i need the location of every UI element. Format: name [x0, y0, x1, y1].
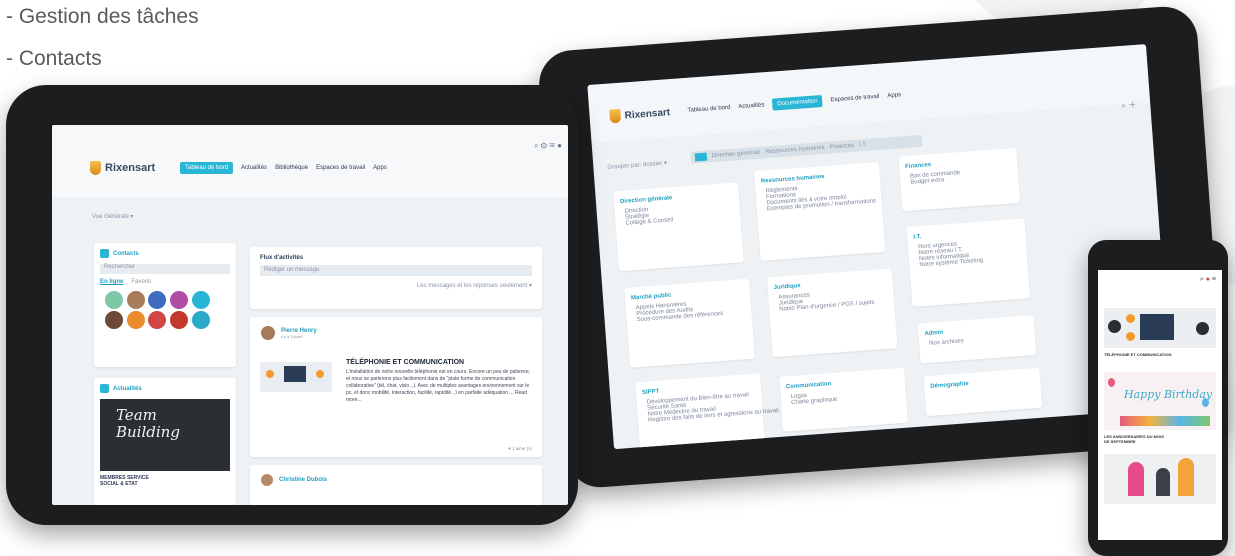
shield-icon	[609, 108, 622, 124]
nav-item-news[interactable]: Actualités	[738, 102, 764, 110]
main-nav: Tableau de bord Actualités Bibliothèque …	[180, 162, 387, 174]
feature-bullet-tasks: - Gestion des tâches	[6, 5, 199, 28]
phone-post-illustration	[1104, 308, 1216, 348]
team-building-image[interactable]: Team Building	[100, 399, 230, 471]
activity-comment: Christine Dubois	[250, 465, 542, 505]
shield-icon	[90, 161, 101, 175]
message-input[interactable]: Rédiger un message	[260, 265, 532, 276]
avatar[interactable]	[261, 474, 273, 486]
avatar[interactable]	[148, 311, 167, 329]
nav-item-workspaces[interactable]: Espaces de travail	[316, 165, 365, 171]
nav-item-workspaces[interactable]: Espaces de travail	[830, 94, 879, 104]
doc-card[interactable]: Communication Logos Charte graphique	[779, 367, 908, 432]
avatar-grid	[94, 288, 236, 332]
search-icon[interactable]: ⌕	[1200, 276, 1204, 283]
phone-screen: ⌕ ● ≡ TÉLÉPHONIE ET COMMUNICATION Happy …	[1098, 270, 1222, 540]
tablet-left-screen: ⌕ ⚙ ✉ ● Rixensart Tableau de bord Actual…	[52, 125, 568, 505]
breadcrumb: Direction générale Ressources humaines F…	[690, 134, 923, 164]
doc-card[interactable]: Direction générale Direction Stratégie C…	[613, 182, 744, 272]
doc-card[interactable]: Marché public Appels Hansmères Procédure…	[624, 278, 755, 368]
nav-item-dashboard[interactable]: Tableau de bord	[180, 162, 234, 174]
marketing-stage: - Gestion des tâches - Contacts Rixensar…	[0, 0, 1235, 556]
group-by-select[interactable]: Grouper par: dossier ▾	[607, 160, 667, 171]
doc-card[interactable]: Juridique Assurances Juridique Notes Pla…	[766, 268, 898, 358]
feature-bullet-contacts: - Contacts	[6, 47, 102, 70]
comment-author[interactable]: Christine Dubois	[279, 477, 327, 483]
feed-filter[interactable]: Les messages et les réponses seulement ▾	[250, 276, 542, 289]
birthday-banner[interactable]: Happy Birthday	[1104, 372, 1216, 430]
avatar[interactable]	[191, 291, 210, 309]
search-icon[interactable]: ⌕ ＋	[1121, 99, 1136, 111]
breadcrumb-item[interactable]: I.T.	[859, 142, 867, 149]
activity-post: Pierre Henry il y a 3 jours TÉLÉPHONIE E…	[250, 317, 542, 457]
header-icons: ⌕ ⚙ ✉ ●	[534, 141, 562, 151]
post-body: L'installation de notre nouvelle télépho…	[346, 369, 531, 403]
nav-item-news[interactable]: Actualités	[241, 165, 267, 171]
phone-header-icons: ⌕ ● ≡	[1200, 276, 1216, 284]
avatar[interactable]	[170, 291, 189, 309]
news-icon	[100, 384, 109, 393]
view-filter[interactable]: Vue Générale ▾	[92, 213, 133, 220]
folder-icon	[694, 152, 708, 162]
nav-item-apps[interactable]: Apps	[887, 92, 901, 99]
avatar[interactable]	[126, 291, 145, 309]
nav-item-apps[interactable]: Apps	[373, 165, 387, 171]
birthday-text: Happy Birthday	[1124, 388, 1213, 401]
contacts-search-input[interactable]: Rechercher	[100, 264, 230, 274]
doc-card[interactable]: Ressources humaines Règlements Formation…	[754, 162, 886, 261]
tablet-right-screen: Rixensart Tableau de bord Actualités Doc…	[587, 44, 1173, 450]
doc-card[interactable]: Admin Nos archives	[917, 315, 1037, 364]
news-title: Actualités	[113, 385, 142, 392]
post-illustration	[260, 362, 332, 392]
avatar[interactable]	[105, 311, 123, 329]
contacts-title: Contacts	[113, 250, 139, 257]
tab-favorites[interactable]: Favoris	[131, 279, 151, 285]
avatar[interactable]	[105, 291, 123, 309]
search-icon[interactable]: ⌕	[534, 141, 538, 150]
news-card: Actualités Team Building MEMBRES SERVICE…	[94, 378, 236, 505]
user-icon[interactable]: ●	[557, 141, 562, 150]
breadcrumb-item[interactable]: Direction générale	[712, 150, 761, 160]
avatar[interactable]	[126, 311, 145, 329]
doc-card[interactable]: Démographie	[923, 367, 1043, 417]
post-time: il y a 3 jours	[281, 333, 303, 339]
doc-card-title: Démographie	[930, 381, 969, 390]
breadcrumb-item[interactable]: Finances	[829, 143, 854, 151]
post-author[interactable]: Pierre Henry	[281, 328, 317, 334]
notification-icon[interactable]: ●	[1206, 276, 1210, 283]
phone-post-title[interactable]: LES ANNIVERSAIRES DU MOIS DE SEPTEMBRE	[1104, 434, 1170, 444]
post-likes[interactable]: ♥ 1 aime (s)	[508, 446, 532, 451]
avatar[interactable]	[261, 326, 275, 340]
nav-item-dashboard[interactable]: Tableau de bord	[687, 105, 730, 114]
avatar[interactable]	[148, 291, 167, 309]
contacts-card: Contacts Rechercher En ligne Favoris	[94, 243, 236, 367]
avatar[interactable]	[191, 311, 210, 329]
doc-card[interactable]: Finances Bon de commande Budget extra	[898, 147, 1021, 212]
brand-logo: Rixensart	[90, 161, 155, 175]
activity-feed-header: Flux d'activités Rédiger un message Les …	[250, 247, 542, 309]
news-caption[interactable]: MEMBRES SERVICE SOCIAL & ETAT	[94, 471, 164, 491]
breadcrumb-item[interactable]: Ressources humaines	[765, 145, 825, 155]
phone-device: ⌕ ● ≡ TÉLÉPHONIE ET COMMUNICATION Happy …	[1088, 240, 1228, 556]
tab-online[interactable]: En ligne	[100, 279, 123, 285]
settings-icon[interactable]: ⚙	[541, 141, 547, 150]
post-title[interactable]: TÉLÉPHONIE ET COMMUNICATION	[346, 359, 532, 366]
phone-post-image	[1104, 454, 1216, 504]
menu-icon[interactable]: ≡	[1212, 276, 1216, 283]
contacts-icon	[100, 249, 109, 258]
feed-title: Flux d'activités	[260, 255, 304, 261]
nav-item-library[interactable]: Bibliothèque	[275, 165, 308, 171]
tablet-left-device: ⌕ ⚙ ✉ ● Rixensart Tableau de bord Actual…	[6, 85, 578, 525]
doc-card[interactable]: SIPPT Développement du Bien-être au trav…	[635, 373, 779, 450]
doc-card[interactable]: I.T. Hors urgences Notre réseau I.T. Not…	[906, 218, 1031, 307]
avatar[interactable]	[170, 311, 189, 329]
chat-icon[interactable]: ✉	[549, 141, 555, 150]
phone-post-title[interactable]: TÉLÉPHONIE ET COMMUNICATION	[1104, 352, 1174, 357]
